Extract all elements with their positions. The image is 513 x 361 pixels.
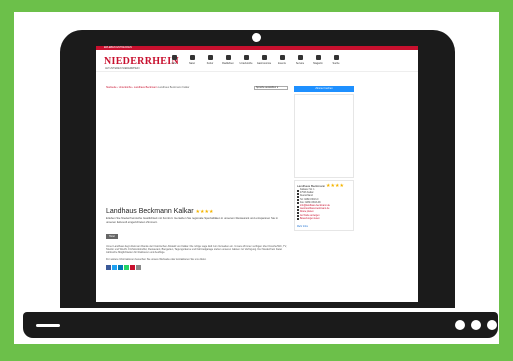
indicator-dot-1 bbox=[455, 320, 465, 330]
search-icon bbox=[333, 55, 339, 60]
category-tag[interactable]: Hotel bbox=[106, 234, 118, 239]
indicator-dot-2 bbox=[471, 320, 481, 330]
contact-row-reviews[interactable]: Bewertungen lesen bbox=[297, 218, 351, 221]
info-icon bbox=[297, 55, 303, 60]
contact-card: Landhaus Beckmann ★★★★ Kalkarer Str. 1 4… bbox=[294, 180, 354, 232]
hero-image bbox=[106, 93, 288, 205]
sidebar: Zimmer buchen Landhaus Beckmann ★★★★ Kal… bbox=[294, 86, 354, 232]
breadcrumb-current: Landhaus Beckmann Kalkar bbox=[158, 86, 190, 89]
breadcrumb-links[interactable]: Startseite › Unterkünfte › Landhaus Beck… bbox=[106, 86, 157, 89]
nav-item-natur[interactable]: Natur bbox=[186, 55, 198, 65]
trackpad-line bbox=[36, 324, 60, 327]
nav-item-radfahren[interactable]: Radfahren bbox=[222, 55, 234, 65]
fax-icon bbox=[297, 202, 299, 205]
nav-item-events[interactable]: Events bbox=[276, 55, 288, 65]
bike-icon bbox=[225, 55, 231, 60]
description-paragraph-2: Für weitere Informationen besuchen Sie u… bbox=[106, 257, 207, 261]
nav-item-kultur[interactable]: Kultur bbox=[204, 55, 216, 65]
language-select[interactable]: Sprache auswählen ▾ bbox=[254, 86, 288, 90]
mail-icon bbox=[297, 205, 299, 208]
nav-item-orte[interactable]: Orte bbox=[168, 55, 180, 65]
bed-icon bbox=[243, 55, 249, 60]
book-button[interactable]: Zimmer buchen bbox=[294, 86, 354, 92]
star-rating: ★★★★ bbox=[195, 209, 214, 215]
flag-icon bbox=[297, 196, 299, 198]
twitter-icon[interactable] bbox=[112, 264, 117, 270]
review-icon bbox=[297, 218, 299, 221]
camera-icon bbox=[252, 33, 261, 42]
laptop-base bbox=[23, 312, 498, 338]
nav-item-service[interactable]: Service bbox=[294, 55, 306, 65]
city-icon bbox=[297, 192, 299, 195]
nav-item-magazin[interactable]: Magazin bbox=[312, 55, 324, 65]
cutlery-icon bbox=[261, 55, 267, 60]
location-icon bbox=[171, 55, 177, 60]
mail-icon[interactable] bbox=[136, 264, 141, 270]
description-paragraph: Unser Landhaus liegt direkt am Rande der… bbox=[106, 245, 287, 255]
nav-item-suche[interactable]: Suche bbox=[330, 55, 342, 65]
route-icon bbox=[297, 212, 299, 215]
more-info-link[interactable]: Mehr Infos bbox=[297, 226, 351, 228]
map-pin-icon bbox=[297, 189, 299, 192]
sidebar-ad-panel bbox=[294, 94, 354, 178]
contact-star-rating: ★★★★ bbox=[326, 183, 344, 189]
nav-item-unterkuenfte[interactable]: Unterkünfte bbox=[240, 55, 252, 65]
page-subtitle: Erleben Sie Niederrheinische Gastlichkei… bbox=[106, 216, 278, 224]
tree-icon bbox=[189, 55, 195, 60]
pinterest-icon[interactable] bbox=[130, 264, 135, 270]
facebook-icon[interactable] bbox=[106, 264, 111, 270]
site-logo-subtitle: AM UNTEREN NIEDERRHEIN bbox=[105, 67, 140, 70]
linkedin-icon[interactable] bbox=[118, 264, 123, 270]
calendar-icon bbox=[279, 55, 285, 60]
museum-icon bbox=[207, 55, 213, 60]
page-title-text: Landhaus Beckmann Kalkar bbox=[106, 208, 194, 215]
page-title: Landhaus Beckmann Kalkar ★★★★ bbox=[106, 208, 288, 215]
nav-item-gastronomie[interactable]: Gastronomie bbox=[257, 55, 271, 65]
share-bar bbox=[106, 264, 288, 270]
whatsapp-icon[interactable] bbox=[124, 264, 129, 270]
main-content: Startseite › Unterkünfte › Landhaus Beck… bbox=[106, 86, 288, 270]
site-header: NIEDERRHEIN AM UNTEREN NIEDERRHEIN Orte … bbox=[96, 50, 418, 72]
phone-icon bbox=[297, 199, 299, 202]
globe-icon bbox=[297, 208, 299, 211]
main-nav: Orte Natur Kultur Radfahren Unterkünfte … bbox=[168, 55, 342, 65]
book-icon bbox=[315, 55, 321, 60]
indicator-dot-3 bbox=[487, 320, 497, 330]
laptop-screen: ERLEBEN ENTDECKEN NIEDERRHEIN AM UNTEREN… bbox=[96, 46, 418, 302]
map-icon bbox=[297, 215, 299, 218]
